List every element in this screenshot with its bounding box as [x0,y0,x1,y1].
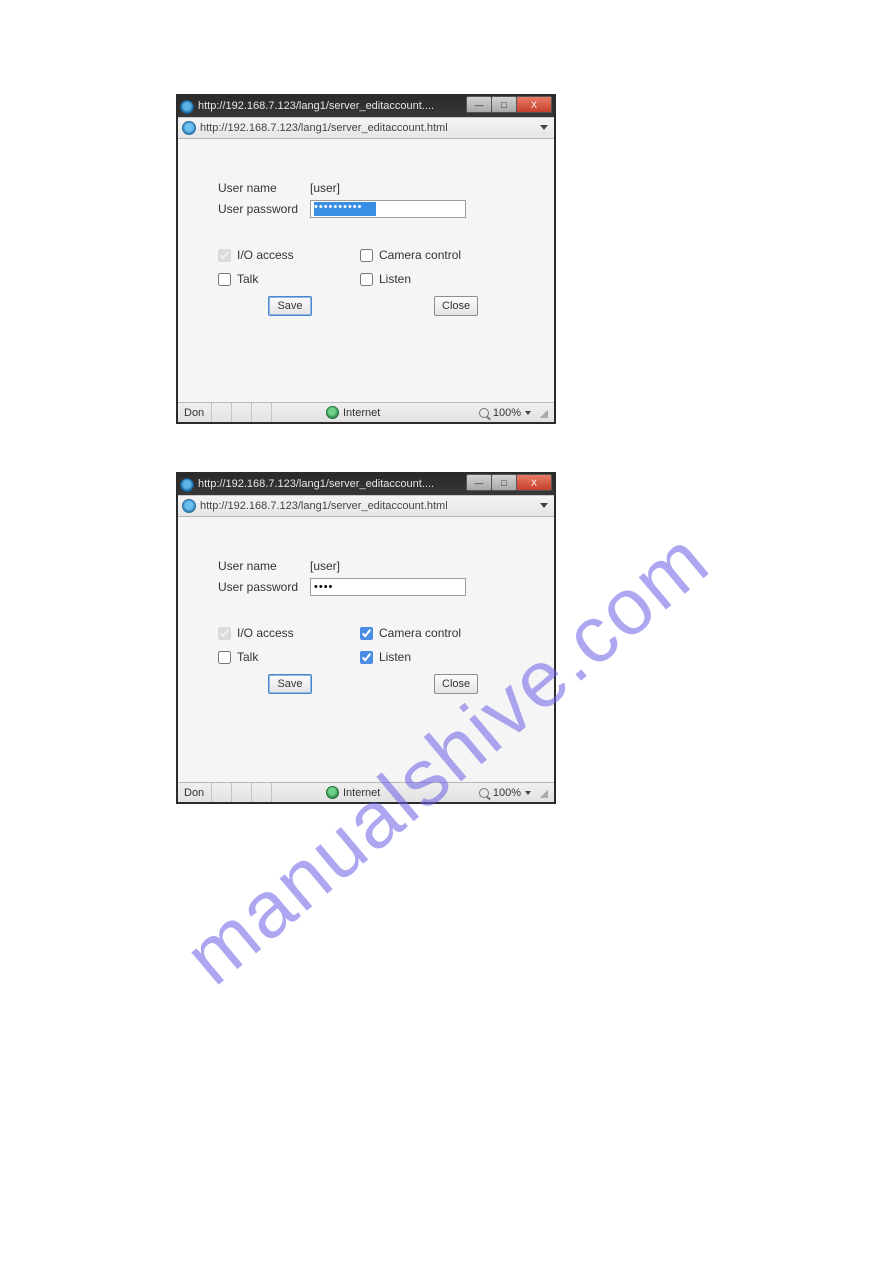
page-content: User name [user] User password •••••••••… [178,139,554,402]
check-row-2: Talk Listen [218,650,534,664]
minimize-button[interactable]: — [466,474,492,491]
window-title: http://192.168.7.123/lang1/server_editac… [198,100,434,112]
titlebar[interactable]: http://192.168.7.123/lang1/server_editac… [178,96,554,117]
zoom-value: 100% [493,787,521,799]
listen-check[interactable]: Listen [360,650,411,664]
check-row-1: I/O access Camera control [218,248,534,262]
listen-checkbox[interactable] [360,651,373,664]
browser-window-1: http://192.168.7.123/lang1/server_editac… [176,94,556,424]
status-left-text: Don [178,783,212,802]
save-button[interactable]: Save [268,296,312,316]
io-access-checkbox[interactable] [218,249,231,262]
titlebar[interactable]: http://192.168.7.123/lang1/server_editac… [178,474,554,495]
camera-control-label: Camera control [379,626,461,640]
ie-logo-icon [180,478,194,492]
listen-check[interactable]: Listen [360,272,411,286]
close-button[interactable]: Close [434,674,478,694]
status-left-text: Don [178,403,212,422]
check-row-1: I/O access Camera control [218,626,534,640]
user-password-row: User password •••••••••• [218,200,534,218]
close-window-button[interactable]: X [516,474,552,491]
talk-check[interactable]: Talk [218,650,360,664]
zoom-control[interactable]: 100% [479,787,548,799]
status-zone-text: Internet [343,407,380,419]
save-button[interactable]: Save [268,674,312,694]
user-name-row: User name [user] [218,181,534,195]
minimize-button[interactable]: — [466,96,492,113]
user-password-field-wrap: •••••••••• [310,200,466,218]
zoom-dropdown-icon[interactable] [525,791,531,795]
browser-window-2: http://192.168.7.123/lang1/server_editac… [176,472,556,804]
talk-checkbox[interactable] [218,651,231,664]
close-button[interactable]: Close [434,296,478,316]
magnifier-icon [479,408,489,418]
status-zone-text: Internet [343,787,380,799]
user-password-input[interactable] [310,578,466,596]
form-buttons: Save Close [218,296,534,316]
talk-label: Talk [237,650,258,664]
camera-control-check[interactable]: Camera control [360,626,461,640]
zoom-control[interactable]: 100% [479,407,548,419]
io-access-checkbox[interactable] [218,627,231,640]
privileges-section: I/O access Camera control Talk Listen [218,626,534,664]
camera-control-check[interactable]: Camera control [360,248,461,262]
status-bar: Don Internet 100% [178,782,554,802]
check-row-2: Talk Listen [218,272,534,286]
close-window-button[interactable]: X [516,96,552,113]
talk-checkbox[interactable] [218,273,231,286]
user-name-label: User name [218,559,310,573]
address-dropdown-icon[interactable] [540,125,548,130]
window-title: http://192.168.7.123/lang1/server_editac… [198,478,434,490]
io-access-label: I/O access [237,626,294,640]
ie-page-icon [182,121,196,135]
page-content: User name [user] User password I/O acces… [178,517,554,782]
magnifier-icon [479,788,489,798]
camera-control-checkbox[interactable] [360,249,373,262]
io-access-label: I/O access [237,248,294,262]
status-segments [212,783,272,802]
maximize-button[interactable]: □ [491,96,517,113]
camera-control-checkbox[interactable] [360,627,373,640]
user-password-row: User password [218,578,534,596]
globe-icon [326,786,339,799]
listen-checkbox[interactable] [360,273,373,286]
listen-label: Listen [379,650,411,664]
ie-page-icon [182,499,196,513]
resize-grip-icon[interactable] [538,788,548,798]
window-controls: — □ X [467,474,552,491]
globe-icon [326,406,339,419]
maximize-button[interactable]: □ [491,474,517,491]
io-access-check[interactable]: I/O access [218,248,360,262]
status-zone: Internet [326,406,380,419]
user-name-value: [user] [310,181,340,195]
listen-label: Listen [379,272,411,286]
zoom-dropdown-icon[interactable] [525,411,531,415]
window-controls: — □ X [467,96,552,113]
address-bar[interactable]: http://192.168.7.123/lang1/server_editac… [178,117,554,139]
address-dropdown-icon[interactable] [540,503,548,508]
user-name-label: User name [218,181,310,195]
user-name-value: [user] [310,559,340,573]
io-access-check[interactable]: I/O access [218,626,360,640]
status-segments [212,403,272,422]
user-name-row: User name [user] [218,559,534,573]
talk-label: Talk [237,272,258,286]
address-url: http://192.168.7.123/lang1/server_editac… [200,122,448,134]
privileges-section: I/O access Camera control Talk Listen [218,248,534,286]
address-bar[interactable]: http://192.168.7.123/lang1/server_editac… [178,495,554,517]
status-zone: Internet [326,786,380,799]
zoom-value: 100% [493,407,521,419]
address-url: http://192.168.7.123/lang1/server_editac… [200,500,448,512]
camera-control-label: Camera control [379,248,461,262]
user-password-label: User password [218,580,310,594]
ie-logo-icon [180,100,194,114]
form-buttons: Save Close [218,674,534,694]
user-password-input[interactable] [310,200,466,218]
talk-check[interactable]: Talk [218,272,360,286]
resize-grip-icon[interactable] [538,408,548,418]
user-password-label: User password [218,202,310,216]
status-bar: Don Internet 100% [178,402,554,422]
